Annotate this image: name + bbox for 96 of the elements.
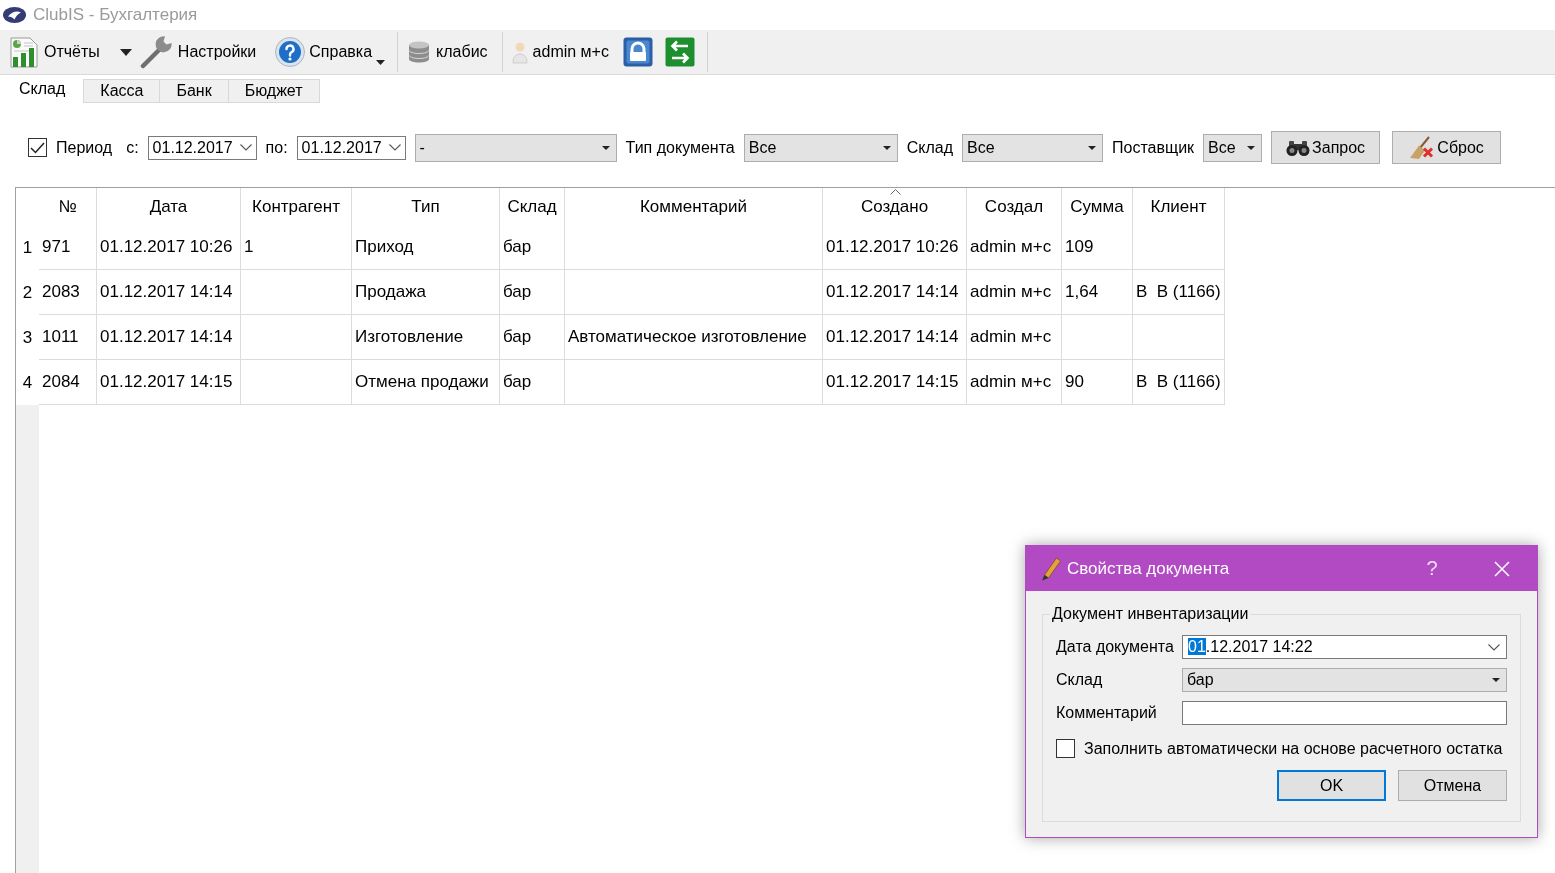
- field-label: Склад: [1056, 671, 1104, 689]
- broom-icon: [1409, 135, 1436, 160]
- toolbar-button[interactable]: Отчёты: [6, 32, 108, 72]
- table-cell: 971: [39, 225, 97, 270]
- help-button[interactable]: ?: [1409, 546, 1455, 591]
- close-icon: [1494, 560, 1510, 577]
- checkbox[interactable]: [1056, 739, 1075, 758]
- pencil-icon: [1041, 556, 1061, 581]
- table-cell: 01.12.2017 14:15: [97, 360, 241, 405]
- toolbar-button[interactable]: Справка: [272, 32, 392, 72]
- database-icon: [407, 40, 432, 64]
- checkbox-label: Заполнить автоматически на основе расчетного остатка: [1084, 739, 1503, 758]
- table-cell: 2083: [39, 270, 97, 315]
- table-cell: бар: [500, 315, 565, 360]
- chevron-down-icon: [1488, 643, 1500, 651]
- filter-label: по:: [265, 138, 288, 157]
- wrench-icon: [138, 35, 173, 69]
- caret-icon: [1088, 145, 1097, 150]
- table-cell: Отмена продажи: [352, 360, 500, 405]
- padlock-icon: [622, 37, 653, 67]
- cancel-button[interactable]: Отмена: [1398, 770, 1507, 801]
- date-field[interactable]: 01.12.2017 14:22: [1182, 635, 1507, 659]
- row-number: 1: [16, 225, 39, 270]
- table-cell: 1,64: [1062, 270, 1133, 315]
- dropdown[interactable]: Все: [962, 133, 1104, 162]
- tab[interactable]: Бюджет: [227, 79, 320, 103]
- dropdown[interactable]: -: [414, 133, 617, 162]
- table-cell: admin м+с: [967, 360, 1062, 405]
- table-cell: Приход: [352, 225, 500, 270]
- table-cell: Автоматическое изготовление: [565, 315, 823, 360]
- filter-label: Тип документа: [625, 138, 735, 157]
- toolbar-button[interactable]: клабис: [404, 32, 496, 72]
- checkbox[interactable]: [28, 138, 47, 157]
- table-cell: В В (1166): [1133, 270, 1225, 315]
- caret-icon: [119, 48, 132, 56]
- field-label: Комментарий: [1056, 704, 1158, 722]
- reset-button[interactable]: Сброс: [1392, 131, 1502, 164]
- checkmark-icon: [30, 141, 45, 154]
- caret-icon: [1247, 145, 1256, 150]
- chart-icon: [9, 36, 39, 68]
- swap-arrows-icon: [664, 37, 695, 67]
- filter-label: Склад: [906, 138, 954, 157]
- filter-label: Поставщик: [1112, 138, 1195, 157]
- query-button[interactable]: Запрос: [1271, 131, 1381, 164]
- dropdown[interactable]: бар: [1182, 668, 1507, 692]
- caret-icon: [601, 145, 610, 150]
- table-cell: бар: [500, 360, 565, 405]
- input-field[interactable]: [1182, 701, 1507, 725]
- caret-icon: [1492, 678, 1500, 682]
- toolbar-button[interactable]: Настройки: [135, 32, 273, 72]
- table-cell: 01.12.2017 14:14: [97, 270, 241, 315]
- table-cell: 109: [1062, 225, 1133, 270]
- table-cell: 01.12.2017 14:15: [823, 360, 967, 405]
- dropdown[interactable]: Все: [1203, 133, 1263, 162]
- row-number: 3: [16, 315, 39, 360]
- caret-icon: [376, 60, 386, 65]
- app-logo-icon: [3, 7, 26, 23]
- row-number: 4: [16, 360, 39, 405]
- table-cell: 01.12.2017 14:14: [97, 315, 241, 360]
- help-icon: [275, 37, 306, 67]
- ok-button[interactable]: OK: [1277, 770, 1386, 801]
- table-cell: В В (1166): [1133, 360, 1225, 405]
- toolbar-button[interactable]: admin м+с: [508, 32, 617, 72]
- checkbox-label: Период: [56, 138, 113, 157]
- table-cell: admin м+с: [967, 225, 1062, 270]
- chevron-down-icon: [388, 144, 401, 151]
- table-cell: admin м+с: [967, 270, 1062, 315]
- date-field[interactable]: 01.12.2017: [147, 135, 257, 160]
- table-cell: 1: [241, 225, 352, 270]
- user-icon: [511, 40, 528, 64]
- table-cell: 1011: [39, 315, 97, 360]
- field-label: Дата документа: [1056, 638, 1175, 656]
- date-field[interactable]: 01.12.2017: [296, 135, 406, 160]
- filter-label: с:: [126, 138, 139, 157]
- table-cell: 01.12.2017 14:14: [823, 315, 967, 360]
- dialog-title: Свойства документа: [1067, 558, 1231, 579]
- table-cell: Продажа: [352, 270, 500, 315]
- table-cell: бар: [500, 225, 565, 270]
- table-cell: Изготовление: [352, 315, 500, 360]
- chevron-down-icon: [239, 144, 252, 151]
- caret-icon: [882, 145, 891, 150]
- tab[interactable]: Банк: [159, 79, 229, 103]
- table-cell: 01.12.2017 10:26: [823, 225, 967, 270]
- tab[interactable]: Касса: [83, 79, 161, 103]
- group-title: Документ инвентаризации: [1051, 605, 1250, 623]
- window-title: ClubIS - Бухгалтерия: [33, 5, 198, 25]
- table-cell: admin м+с: [967, 315, 1062, 360]
- dropdown[interactable]: Все: [743, 133, 898, 162]
- table-cell: 01.12.2017 14:14: [823, 270, 967, 315]
- table-cell: 90: [1062, 360, 1133, 405]
- chevron-up-icon: [889, 189, 901, 195]
- table-cell: бар: [500, 270, 565, 315]
- row-number: 2: [16, 270, 39, 315]
- table-cell: 01.12.2017 10:26: [97, 225, 241, 270]
- binoculars-icon: [1286, 139, 1311, 156]
- table-cell: 2084: [39, 360, 97, 405]
